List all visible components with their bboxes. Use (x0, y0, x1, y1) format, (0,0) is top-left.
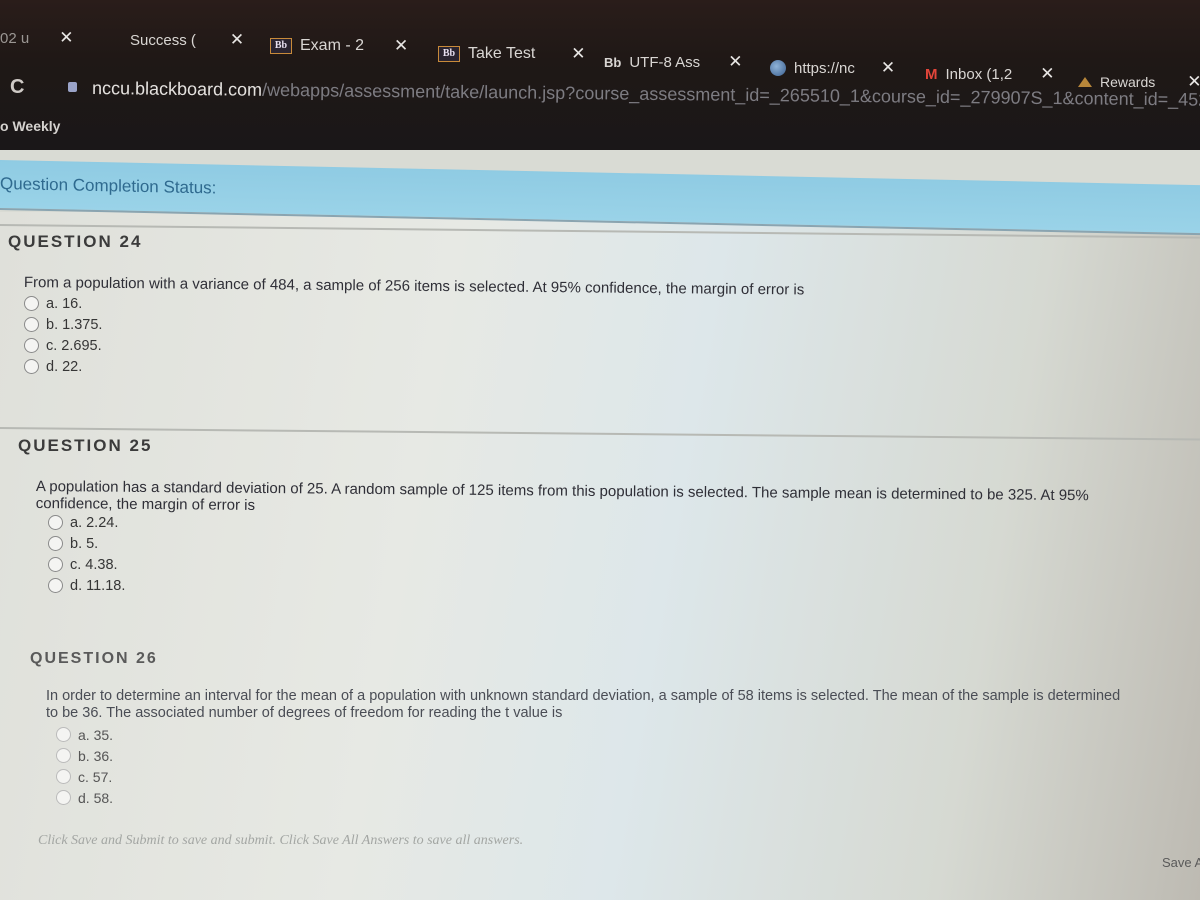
answer-option-d[interactable]: d. 22. (24, 356, 1008, 377)
close-icon[interactable]: ✕ (59, 28, 73, 48)
option-label: b. 5. (70, 535, 99, 552)
url-field[interactable]: nccu.blackboard.com/webapps/assessment/t… (92, 78, 1200, 111)
answer-option-d[interactable]: d. 11.18. (48, 575, 1158, 596)
question-title: QUESTION 24 (8, 232, 143, 251)
close-icon[interactable]: ✕ (230, 30, 244, 50)
radio-button[interactable] (24, 296, 39, 311)
bookmark-weekly[interactable]: o Weekly (0, 118, 60, 134)
reload-icon[interactable]: C (10, 76, 24, 99)
radio-button[interactable] (48, 515, 63, 530)
blackboard-icon: Bb (270, 38, 292, 54)
answer-option-b[interactable]: b. 36. (56, 745, 1130, 766)
tab-1[interactable]: Success ( ✕ (130, 30, 244, 50)
submit-instructions: Click Save and Submit to save and submit… (38, 833, 524, 848)
answer-option-b[interactable]: b. 1.375. (24, 314, 1008, 335)
radio-button[interactable] (48, 536, 63, 551)
tab-label: Exam - 2 (300, 37, 365, 54)
option-label: a. 2.24. (70, 514, 119, 531)
option-label: c. 4.38. (70, 556, 118, 573)
option-label: b. 36. (78, 747, 114, 764)
option-label: d. 22. (46, 358, 83, 375)
answer-option-c[interactable]: c. 4.38. (48, 554, 1158, 575)
blackboard-text-icon: Bb (604, 54, 622, 70)
save-all-answers-button[interactable]: Save A (1162, 855, 1200, 870)
option-label: a. 35. (78, 726, 114, 743)
tab-0[interactable]: 02 u ✕ (0, 28, 73, 48)
browser-chrome: 02 u ✕ Success ( ✕ Bb Exam - 2 ✕ Bb Take… (0, 0, 1200, 150)
question-24: QUESTION 24 From a population with a var… (8, 232, 1008, 377)
question-text: In order to determine an interval for th… (46, 688, 1121, 721)
lock-icon (68, 82, 77, 92)
radio-button[interactable] (56, 790, 71, 805)
url-path: /webapps/assessment/take/launch.jsp?cour… (261, 79, 1200, 110)
tab-2[interactable]: Bb Exam - 2 ✕ (270, 36, 408, 56)
url-domain: nccu.blackboard.com (91, 78, 263, 100)
tab-label: 02 u (0, 29, 30, 47)
option-label: d. 11.18. (70, 577, 126, 594)
option-label: c. 2.695. (46, 337, 102, 354)
answer-option-c[interactable]: c. 2.695. (24, 335, 1008, 356)
radio-button[interactable] (48, 557, 63, 572)
option-label: d. 58. (78, 789, 114, 806)
tab-3[interactable]: Bb Take Test ✕ (438, 44, 586, 64)
tab-4[interactable]: Bb UTF-8 Ass ✕ (604, 52, 742, 72)
tab-strip: 02 u ✕ Success ( ✕ Bb Exam - 2 ✕ Bb Take… (0, 22, 1200, 91)
address-bar[interactable]: C nccu.blackboard.com/webapps/assessment… (0, 70, 1200, 110)
answer-option-c[interactable]: c. 57. (56, 766, 1130, 787)
answer-option-b[interactable]: b. 5. (48, 533, 1158, 554)
blackboard-icon: Bb (438, 46, 460, 62)
radio-button[interactable] (56, 769, 71, 784)
tab-label: Take Test (468, 45, 536, 62)
answer-option-a[interactable]: a. 35. (56, 724, 1130, 745)
option-label: a. 16. (46, 295, 83, 312)
close-icon[interactable]: ✕ (571, 44, 585, 64)
option-label: b. 1.375. (46, 316, 103, 333)
answer-options: a. 2.24. b. 5. c. 4.38. d. 11.18. (48, 512, 1158, 596)
radio-button[interactable] (24, 317, 39, 332)
tab-label: Success ( (130, 31, 196, 49)
close-icon[interactable]: ✕ (728, 52, 742, 72)
question-title: QUESTION 26 (30, 650, 158, 667)
question-title: QUESTION 25 (18, 436, 153, 455)
question-25: QUESTION 25 A population has a standard … (18, 436, 1158, 596)
option-label: c. 57. (78, 768, 113, 785)
radio-button[interactable] (48, 578, 63, 593)
close-icon[interactable]: ✕ (394, 36, 408, 56)
radio-button[interactable] (56, 727, 71, 742)
radio-button[interactable] (24, 359, 39, 374)
question-26: QUESTION 26 In order to determine an int… (30, 650, 1130, 808)
question-completion-status-label: Question Completion Status: (0, 174, 217, 198)
answer-options: a. 35. b. 36. c. 57. d. 58. (56, 724, 1130, 808)
tab-label: UTF-8 Ass (629, 53, 701, 71)
radio-button[interactable] (56, 748, 71, 763)
radio-button[interactable] (24, 338, 39, 353)
answer-options: a. 16. b. 1.375. c. 2.695. d. 22. (24, 293, 1008, 377)
answer-option-d[interactable]: d. 58. (56, 787, 1130, 808)
